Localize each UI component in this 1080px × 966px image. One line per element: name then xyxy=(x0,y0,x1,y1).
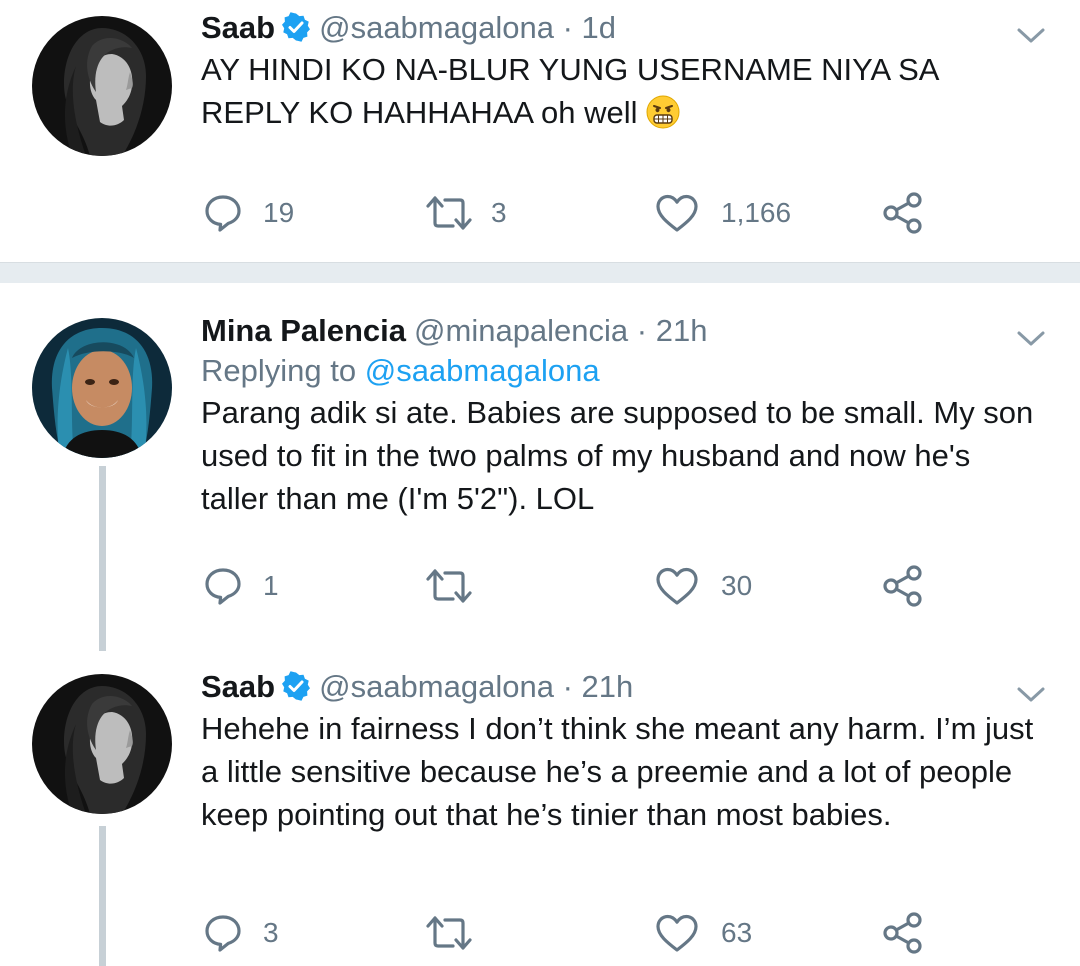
like-count: 1,166 xyxy=(721,197,792,228)
timestamp[interactable]: 21h xyxy=(656,313,708,348)
timestamp[interactable]: 1d xyxy=(582,10,616,45)
like-button[interactable]: 1,166 xyxy=(655,189,791,237)
user-handle[interactable]: @saabmagalona xyxy=(319,10,554,45)
user-handle[interactable]: @saabmagalona xyxy=(319,669,554,704)
timestamp[interactable]: 21h xyxy=(582,669,634,704)
thread-line xyxy=(99,826,106,966)
tweet-header: Saab @saabmagalona · 1d xyxy=(201,8,1040,48)
reply-icon xyxy=(203,913,243,953)
avatar-image xyxy=(32,674,172,814)
reply-icon xyxy=(203,193,243,233)
retweet-button[interactable] xyxy=(425,562,493,610)
avatar[interactable] xyxy=(32,318,172,458)
like-count: 30 xyxy=(721,570,753,601)
tweet-header: Saab @saabmagalona · 21h xyxy=(201,667,1040,707)
retweet-icon xyxy=(425,193,473,233)
grimacing-face-icon xyxy=(646,95,680,129)
section-divider xyxy=(0,262,1080,283)
like-button[interactable]: 30 xyxy=(655,562,752,610)
avatar[interactable] xyxy=(32,16,172,156)
share-icon xyxy=(881,911,925,955)
separator: · xyxy=(562,10,573,45)
chevron-down-icon[interactable] xyxy=(1016,329,1046,349)
verified-badge-icon xyxy=(281,671,311,701)
tweet-actions: 19 3 1,166 xyxy=(201,189,961,237)
mention-link[interactable]: @saabmagalona xyxy=(365,353,600,388)
display-name[interactable]: Saab xyxy=(201,669,275,704)
chevron-down-icon[interactable] xyxy=(1016,685,1046,705)
reply-button[interactable]: 1 xyxy=(203,562,279,610)
retweet-count: 3 xyxy=(491,197,507,228)
retweet-icon xyxy=(425,566,473,606)
reply-count: 1 xyxy=(263,570,279,601)
share-button[interactable] xyxy=(881,909,925,957)
share-button[interactable] xyxy=(881,189,925,237)
tweet-text: Parang adik si ate. Babies are supposed … xyxy=(201,395,1034,516)
avatar-image xyxy=(32,16,172,156)
heart-icon xyxy=(655,566,699,606)
display-name[interactable]: Mina Palencia xyxy=(201,313,406,348)
tweet[interactable]: Saab @saabmagalona · 21h Hehehe in fairne… xyxy=(0,651,1080,966)
share-icon xyxy=(881,564,925,608)
separator: · xyxy=(562,669,573,704)
tweet[interactable]: Saab @saabmagalona · 1d AY HINDI KO NA-BL… xyxy=(0,0,1080,262)
reply-button[interactable]: 19 xyxy=(203,189,294,237)
share-button[interactable] xyxy=(881,562,925,610)
tweet[interactable]: Mina Palencia @minapalencia · 21h Replyin… xyxy=(0,283,1080,651)
tweet-text: Hehehe in fairness I don’t think she mea… xyxy=(201,711,1034,832)
reply-button[interactable]: 3 xyxy=(203,909,279,957)
retweet-button[interactable] xyxy=(425,909,493,957)
display-name[interactable]: Saab xyxy=(201,10,275,45)
heart-icon xyxy=(655,193,699,233)
user-handle[interactable]: @minapalencia xyxy=(414,313,628,348)
heart-icon xyxy=(655,913,699,953)
retweet-icon xyxy=(425,913,473,953)
thread-line xyxy=(99,466,106,651)
tweet-actions: 3 63 xyxy=(201,909,961,957)
reply-icon xyxy=(203,566,243,606)
verified-badge-icon xyxy=(281,12,311,42)
tweet-header: Mina Palencia @minapalencia · 21h xyxy=(201,311,1040,351)
tweet-text: AY HINDI KO NA-BLUR YUNG USERNAME NIYA S… xyxy=(201,48,1040,134)
share-icon xyxy=(881,191,925,235)
chevron-down-icon[interactable] xyxy=(1016,26,1046,46)
reply-count: 19 xyxy=(263,197,295,228)
separator: · xyxy=(636,313,648,348)
avatar[interactable] xyxy=(32,674,172,814)
like-count: 63 xyxy=(721,917,753,948)
replying-to: Replying to @saabmagalona xyxy=(201,351,1040,391)
like-button[interactable]: 63 xyxy=(655,909,752,957)
avatar-image xyxy=(32,318,172,458)
retweet-button[interactable]: 3 xyxy=(425,189,507,237)
reply-count: 3 xyxy=(263,917,279,948)
replying-to-label: Replying to xyxy=(201,353,357,388)
tweet-actions: 1 30 xyxy=(201,562,961,610)
tweet-text-body: AY HINDI KO NA-BLUR YUNG USERNAME NIYA S… xyxy=(201,52,938,130)
